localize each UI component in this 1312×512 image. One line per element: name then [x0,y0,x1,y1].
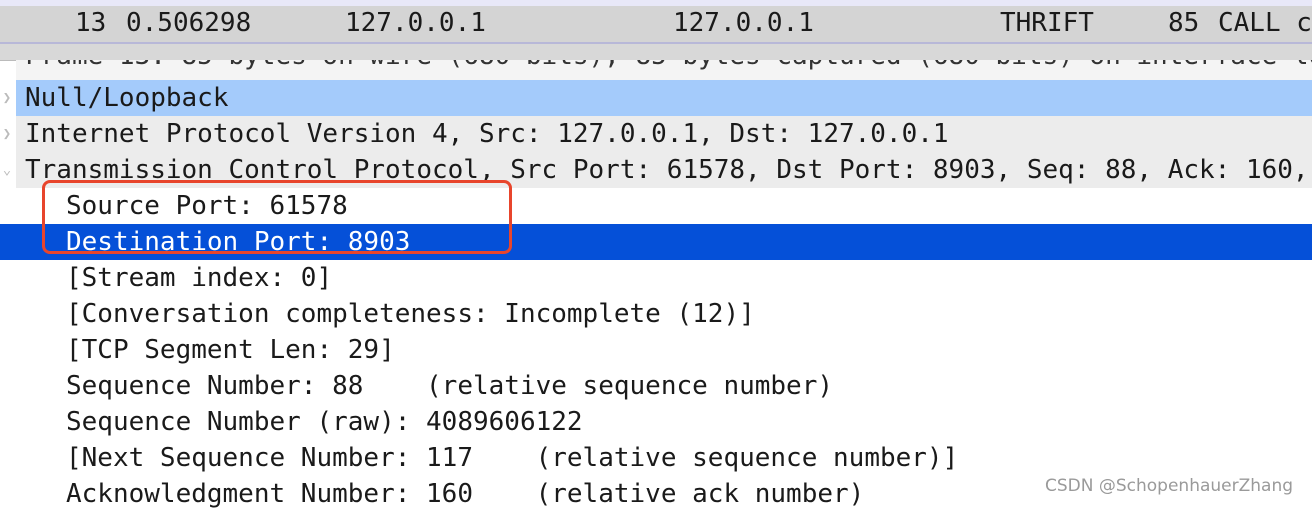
packet-length: 85 [1168,8,1200,38]
field-label: [Next Sequence Number: 117 (relative seq… [66,443,959,473]
field-label: Destination Port: 8903 [66,227,411,257]
packet-source: 127.0.0.1 [345,8,486,38]
tcp-field-seq[interactable]: Sequence Number: 88 (relative sequence n… [0,368,1312,404]
tcp-field-conversation[interactable]: [Conversation completeness: Incomplete (… [0,296,1312,332]
field-label: Sequence Number: 88 (relative sequence n… [66,371,834,401]
tree-item-label: Frame 13: 85 bytes on wire (680 bits), 8… [25,60,1312,74]
field-label: Sequence Number (raw): 4089606122 [66,407,583,437]
field-label: [TCP Segment Len: 29] [66,335,395,365]
tcp-field-stream-index[interactable]: [Stream index: 0] [0,260,1312,296]
field-label: Source Port: 61578 [66,191,348,221]
packet-destination: 127.0.0.1 [673,8,814,38]
tcp-field-destination-port[interactable]: Destination Port: 8903 [0,224,1312,260]
tcp-field-next-seq[interactable]: [Next Sequence Number: 117 (relative seq… [0,440,1312,476]
tree-item-label: Transmission Control Protocol, Src Port:… [25,155,1312,185]
tcp-field-source-port[interactable]: Source Port: 61578 [0,188,1312,224]
packet-no: 13 [75,8,107,38]
watermark: CSDN @SchopenhauerZhang [1045,476,1294,496]
chevron-right-icon[interactable]: ❯ [0,80,14,116]
pane-splitter[interactable] [0,44,1312,61]
field-label: [Conversation completeness: Incomplete (… [66,299,755,329]
tree-item-null-loopback[interactable]: Null/Loopback [16,80,1312,116]
field-label: Acknowledgment Number: 160 (relative ack… [66,479,865,509]
tcp-field-segment-len[interactable]: [TCP Segment Len: 29] [0,332,1312,368]
chevron-right-icon[interactable]: ❯ [0,116,14,152]
packet-info: CALL c [1218,8,1312,38]
tree-item-label: Null/Loopback [25,83,229,113]
tree-item-label: Internet Protocol Version 4, Src: 127.0.… [25,119,949,149]
field-label: [Stream index: 0] [66,263,333,293]
tree-item-ip[interactable]: Internet Protocol Version 4, Src: 127.0.… [16,116,1312,152]
tree-item-tcp[interactable]: Transmission Control Protocol, Src Port:… [16,152,1312,188]
packet-time: 0.506298 [126,8,252,38]
tcp-field-seq-raw[interactable]: Sequence Number (raw): 4089606122 [0,404,1312,440]
packet-protocol: THRIFT [1000,8,1094,38]
chevron-down-icon[interactable]: ⌄ [0,152,14,188]
tree-item-frame[interactable]: Frame 13: 85 bytes on wire (680 bits), 8… [16,60,1312,80]
packet-row-selected[interactable]: 13 0.506298 127.0.0.1 127.0.0.1 THRIFT 8… [0,6,1312,42]
